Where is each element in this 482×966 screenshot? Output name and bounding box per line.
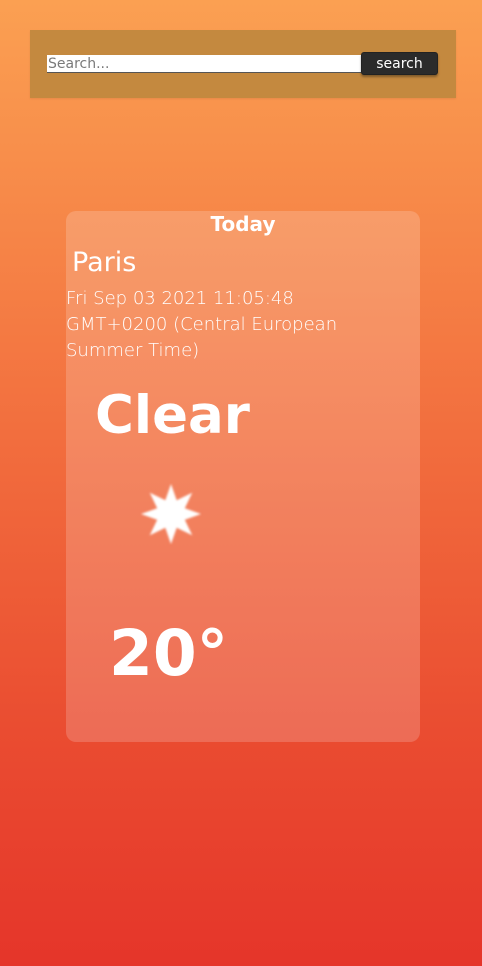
temperature: 20° xyxy=(109,617,229,690)
date-time: Fri Sep 03 2021 11:05:48 GMT+0200 (Centr… xyxy=(66,288,338,361)
search-button[interactable]: search xyxy=(361,52,438,75)
card-heading: Today xyxy=(210,212,276,236)
search-bar: search xyxy=(30,30,456,98)
weather-condition: Clear xyxy=(95,385,250,446)
weather-card: Today Paris Fri Sep 03 2021 11:05:48 GMT… xyxy=(66,211,420,742)
city-name: Paris xyxy=(72,247,137,278)
sun-icon xyxy=(141,484,201,544)
search-input[interactable] xyxy=(47,55,361,73)
